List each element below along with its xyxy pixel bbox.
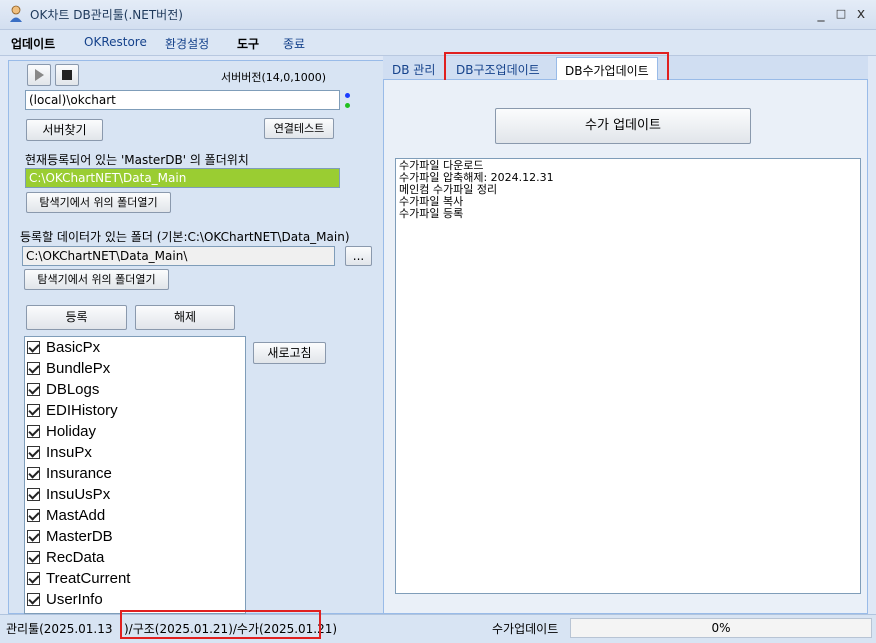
checkbox-checked[interactable] [27,383,40,396]
version-prefix: 관리툴(2025.01.13 [6,622,113,636]
list-item[interactable]: Insurance [27,463,112,484]
menu-tools[interactable]: 도구 [237,35,259,52]
app-icon [10,5,22,22]
play-button[interactable] [27,64,51,86]
open-folder-button-2[interactable]: 탐색기에서 위의 폴더열기 [24,269,169,290]
masterdb-folder-field: C:\OKChartNET\Data_Main [25,168,340,188]
window-title: OK차트 DB관리툴(.NET버전) [30,8,183,22]
list-item[interactable]: DBLogs [27,379,99,400]
data-folder-input[interactable]: C:\OKChartNET\Data_Main\ [22,246,335,266]
masterdb-folder-label: 현재등록되어 있는 'MasterDB' 의 폴더위치 [25,153,249,167]
menu-okrestore[interactable]: OKRestore [84,35,147,49]
log-line: 수가파일 등록 [399,207,464,220]
list-item[interactable]: BundlePx [27,358,110,379]
log-textbox[interactable]: 수가파일 다운로드 수가파일 압축해제: 2024.12.31 메인컴 수가파일… [395,158,861,594]
list-item[interactable]: UserInfo [27,589,103,610]
browse-button[interactable]: ... [345,246,372,266]
status-task: 수가업데이트 [492,622,559,636]
checkbox-checked[interactable] [27,404,40,417]
database-checklist[interactable]: BasicPx BundlePx DBLogs EDIHistory Holid… [24,336,246,614]
list-item[interactable]: RecData [27,547,104,568]
list-item[interactable]: EDIHistory [27,400,118,421]
progress-bar: 0% [570,618,872,638]
list-item[interactable]: TreatCurrent [27,568,130,589]
menu-settings[interactable]: 환경설정 [165,35,209,52]
list-item[interactable]: Holiday [27,421,96,442]
play-icon [35,69,44,81]
refresh-button[interactable]: 새로고침 [253,342,326,364]
checkbox-checked[interactable] [27,509,40,522]
checkbox-checked[interactable] [27,362,40,375]
checkbox-checked[interactable] [27,488,40,501]
list-item[interactable]: InsuPx [27,442,92,463]
close-button[interactable]: x [852,6,870,22]
checkbox-checked[interactable] [27,551,40,564]
tab-db-manage[interactable]: DB 관리 [384,57,443,81]
menu-exit[interactable]: 종료 [283,35,305,52]
unregister-button[interactable]: 해제 [135,305,235,330]
checkbox-checked[interactable] [27,446,40,459]
data-folder-label: 등록할 데이터가 있는 폴더 (기본:C:\OKChartNET\Data_Ma… [20,230,350,244]
checkbox-checked[interactable] [27,341,40,354]
list-item[interactable]: InsuUsPx [27,484,110,505]
find-server-button[interactable]: 서버찾기 [26,119,103,141]
connect-test-button[interactable]: 연결테스트 [264,118,334,139]
stop-button[interactable] [55,64,79,86]
log-line: 수가파일 복사 [399,195,464,208]
minimize-button[interactable]: _ [812,6,830,22]
fee-update-button[interactable]: 수가 업데이트 [495,108,751,144]
menu-update[interactable]: 업데이트 [11,35,55,52]
server-version: 서버버전(14,0,1000) [221,71,327,84]
list-item[interactable]: BasicPx [27,337,100,358]
open-folder-button-1[interactable]: 탐색기에서 위의 폴더열기 [26,192,171,213]
maximize-button[interactable]: □ [832,6,850,22]
checkbox-checked[interactable] [27,572,40,585]
checkbox-checked[interactable] [27,593,40,606]
status-dot-green [345,103,350,108]
log-line: 메인컴 수가파일 정리 [399,183,498,196]
register-button[interactable]: 등록 [26,305,127,330]
status-dot-blue [345,93,350,98]
stop-icon [62,70,72,80]
list-item[interactable]: MasterDB [27,526,113,547]
server-input[interactable]: (local)\okchart [25,90,340,110]
annotation-box-version [120,610,321,639]
checkbox-checked[interactable] [27,467,40,480]
checkbox-checked[interactable] [27,425,40,438]
checkbox-checked[interactable] [27,530,40,543]
list-item[interactable]: MastAdd [27,505,105,526]
